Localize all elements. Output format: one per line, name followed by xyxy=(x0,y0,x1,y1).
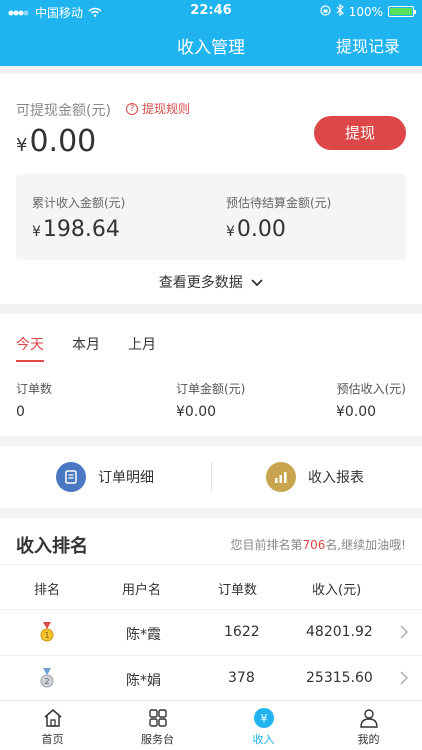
tab-service-label: 服务台 xyxy=(141,733,174,746)
order-amount-value: ¥0.00 xyxy=(176,404,217,420)
chevron-right-icon xyxy=(400,670,408,689)
tab-home[interactable]: 首页 xyxy=(0,707,105,747)
battery-percent: 100% xyxy=(348,4,383,19)
tab-last-month[interactable]: 上月 xyxy=(128,334,156,362)
period-card: 今天 本月 上月 订单数 订单金额(元) 预估收入(元) 0 ¥0.00 ¥0.… xyxy=(0,314,422,436)
order-detail-label: 订单明细 xyxy=(98,470,154,486)
withdrawable-label: 可提现金额(元) xyxy=(16,103,111,119)
income-value: 48201.92 xyxy=(306,624,373,640)
income-report-button[interactable]: 收入报表 xyxy=(266,446,364,508)
currency-symbol: ¥ xyxy=(16,135,28,156)
pending-value: 0.00 xyxy=(236,217,286,242)
total-income-label: 累计收入金额(元) xyxy=(32,196,126,210)
svg-text:1: 1 xyxy=(44,631,49,640)
yen-icon: ¥ xyxy=(211,707,316,729)
ranking-title: 收入排名 xyxy=(16,536,88,557)
svg-text:2: 2 xyxy=(44,677,49,686)
tab-income[interactable]: ¥ 收入 xyxy=(211,707,316,747)
orders-value: 0 xyxy=(16,404,25,420)
income-value: 25315.60 xyxy=(306,670,373,686)
order-amount-label: 订单金额(元) xyxy=(176,382,246,396)
user-icon xyxy=(316,707,421,729)
income-report-label: 收入报表 xyxy=(308,470,364,486)
grid-icon xyxy=(105,707,210,729)
tab-mine-label: 我的 xyxy=(357,733,380,746)
chevron-down-icon xyxy=(247,275,263,291)
balance-card: 可提现金额(元) ? 提现规则 ¥0.00 提现 累计收入金额(元) ¥198.… xyxy=(0,74,422,304)
withdraw-history-link[interactable]: 提现记录 xyxy=(336,33,400,57)
tab-mine[interactable]: 我的 xyxy=(316,707,421,747)
col-orders: 订单数 xyxy=(218,583,258,598)
order-count: 378 xyxy=(228,670,255,686)
bar-chart-icon xyxy=(266,462,296,492)
withdrawable-value: 0.00 xyxy=(29,124,97,159)
rank-note-suffix: 名,继续加油哦! xyxy=(325,538,406,552)
currency-symbol: ¥ xyxy=(32,224,41,240)
pending-stat: 预估待结算金额(元) ¥0.00 xyxy=(226,194,331,242)
shortcut-card: 订单明细 收入报表 xyxy=(0,446,422,508)
withdraw-rules-link[interactable]: ? 提现规则 xyxy=(126,100,190,117)
period-tabs: 今天 本月 上月 xyxy=(16,334,156,362)
order-count: 1622 xyxy=(224,624,260,640)
col-user: 用户名 xyxy=(122,583,162,598)
silver-medal-icon: 2 xyxy=(40,668,54,688)
status-bar: 中国移动 22:46 100% xyxy=(0,0,422,22)
col-rank: 排名 xyxy=(34,583,61,598)
rules-label: 提现规则 xyxy=(142,102,191,116)
tab-home-label: 首页 xyxy=(41,733,64,746)
rank-note-prefix: 您目前排名第 xyxy=(230,538,303,552)
more-data-label: 查看更多数据 xyxy=(158,275,243,291)
ranking-card: 收入排名 您目前排名第706名,继续加油哦! 排名 用户名 订单数 收入(元) … xyxy=(0,518,422,702)
my-rank: 706 xyxy=(302,538,326,552)
battery-icon xyxy=(388,6,416,17)
tab-service[interactable]: 服务台 xyxy=(105,707,210,747)
table-row[interactable]: 2 陈*娟 378 25315.60 xyxy=(0,656,422,702)
more-data-button[interactable]: 查看更多数据 xyxy=(0,272,422,292)
nav-bar: 收入管理 提现记录 xyxy=(0,22,422,66)
svg-text:¥: ¥ xyxy=(260,712,267,725)
chevron-right-icon xyxy=(400,624,408,643)
est-income-value: ¥0.00 xyxy=(336,404,377,420)
stats-box: 累计收入金额(元) ¥198.64 预估待结算金额(元) ¥0.00 xyxy=(16,174,406,260)
tab-bar: 首页 服务台 ¥ 收入 我的 xyxy=(0,700,422,750)
home-icon xyxy=(0,707,105,729)
order-detail-button[interactable]: 订单明细 xyxy=(56,446,154,508)
tab-this-month[interactable]: 本月 xyxy=(72,334,100,362)
currency-symbol: ¥ xyxy=(226,224,235,240)
col-income: 收入(元) xyxy=(312,583,362,598)
question-icon: ? xyxy=(126,102,138,115)
divider xyxy=(211,462,212,492)
total-income-value: 198.64 xyxy=(42,217,120,242)
user-name: 陈*娟 xyxy=(126,673,161,689)
pending-label: 预估待结算金额(元) xyxy=(226,196,332,210)
ranking-note: 您目前排名第706名,继续加油哦! xyxy=(230,536,406,553)
gold-medal-icon: 1 xyxy=(40,622,54,642)
ranking-header: 排名 用户名 订单数 收入(元) xyxy=(0,564,422,610)
est-income-label: 预估收入(元) xyxy=(336,382,406,396)
bluetooth-icon xyxy=(336,3,344,19)
rotation-lock-icon xyxy=(320,4,331,19)
table-row[interactable]: 1 陈*霞 1622 48201.92 xyxy=(0,610,422,656)
document-icon xyxy=(56,462,86,492)
total-income-stat: 累计收入金额(元) ¥198.64 xyxy=(32,194,125,242)
tab-income-label: 收入 xyxy=(252,733,275,746)
user-name: 陈*霞 xyxy=(126,627,161,643)
withdraw-button[interactable]: 提现 xyxy=(314,116,406,150)
tab-today[interactable]: 今天 xyxy=(16,334,44,362)
orders-label: 订单数 xyxy=(16,382,53,396)
withdrawable-amount: ¥0.00 xyxy=(16,124,96,159)
